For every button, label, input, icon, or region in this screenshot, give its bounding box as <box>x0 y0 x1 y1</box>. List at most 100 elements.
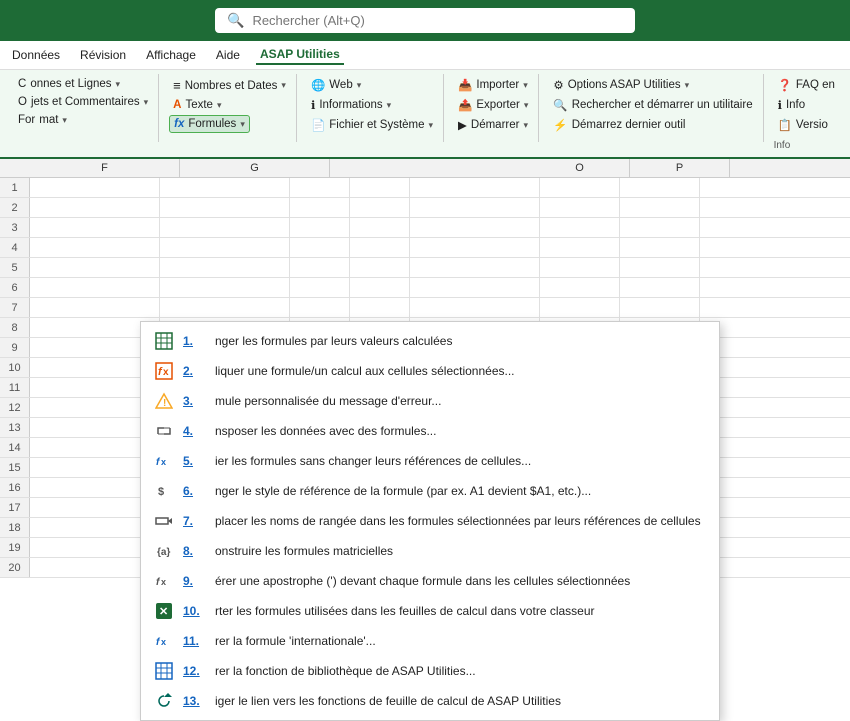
btn-format[interactable]: Format▾ <box>14 112 71 128</box>
dropdown-item[interactable]: ✕10.rter les formules utilisées dans les… <box>141 596 719 626</box>
dropdown-item[interactable]: 4.nsposer les données avec des formules.… <box>141 416 719 446</box>
btn-info[interactable]: ℹ Info <box>774 96 810 114</box>
table-cell[interactable] <box>350 298 410 317</box>
btn-nombres-dates[interactable]: ≡ Nombres et Dates ▾ <box>169 76 290 95</box>
table-cell[interactable] <box>620 278 700 297</box>
table-cell[interactable] <box>350 278 410 297</box>
table-cell[interactable] <box>30 198 160 217</box>
table-cell[interactable] <box>540 178 620 197</box>
table-cell[interactable] <box>540 238 620 257</box>
table-cell[interactable] <box>620 218 700 237</box>
table-cell[interactable] <box>160 198 290 217</box>
table-cell[interactable] <box>160 278 290 297</box>
dropdown-item[interactable]: fx5.ier les formules sans changer leurs … <box>141 446 719 476</box>
table-cell[interactable] <box>350 258 410 277</box>
menu-asap[interactable]: ASAP Utilities <box>256 45 344 65</box>
table-cell[interactable] <box>30 278 160 297</box>
search-input[interactable] <box>252 13 623 28</box>
dropdown-item[interactable]: 13.iger le lien vers les fonctions de fe… <box>141 686 719 716</box>
btn-objets-commentaires[interactable]: Ojets et Commentaires▾ <box>14 94 152 110</box>
menu-aide[interactable]: Aide <box>212 46 244 64</box>
table-cell[interactable] <box>160 258 290 277</box>
table-row[interactable]: 3 <box>0 218 850 238</box>
menu-affichage[interactable]: Affichage <box>142 46 200 64</box>
table-row[interactable]: 5 <box>0 258 850 278</box>
menu-donnees[interactable]: Données <box>8 46 64 64</box>
dropdown-item[interactable]: 1.nger les formules par leurs valeurs ca… <box>141 326 719 356</box>
table-cell[interactable] <box>350 218 410 237</box>
table-cell[interactable] <box>410 278 540 297</box>
table-cell[interactable] <box>350 178 410 197</box>
table-cell[interactable] <box>410 258 540 277</box>
btn-rechercher-utilitaire[interactable]: 🔍 Rechercher et démarrer un utilitaire <box>549 96 756 114</box>
table-cell[interactable] <box>540 258 620 277</box>
dropdown-item[interactable]: fx2.liquer une formule/un calcul aux cel… <box>141 356 719 386</box>
table-cell[interactable] <box>620 178 700 197</box>
btn-importer[interactable]: 📥 Importer ▾ <box>454 76 532 94</box>
dropdown-item[interactable]: $6.nger le style de référence de la form… <box>141 476 719 506</box>
btn-demarrer[interactable]: ▶ Démarrer ▾ <box>454 116 532 134</box>
table-cell[interactable] <box>540 298 620 317</box>
dropdown-item[interactable]: !3.mule personnalisée du message d'erreu… <box>141 386 719 416</box>
table-cell[interactable] <box>620 238 700 257</box>
table-cell[interactable] <box>410 178 540 197</box>
table-cell[interactable] <box>410 298 540 317</box>
table-cell[interactable] <box>350 198 410 217</box>
table-cell[interactable] <box>160 218 290 237</box>
table-row[interactable]: 4 <box>0 238 850 258</box>
table-cell[interactable] <box>290 278 350 297</box>
table-cell[interactable] <box>30 178 160 197</box>
row-number: 12 <box>0 398 30 417</box>
table-row[interactable]: 2 <box>0 198 850 218</box>
table-cell[interactable] <box>540 278 620 297</box>
table-cell[interactable] <box>540 218 620 237</box>
table-cell[interactable] <box>160 298 290 317</box>
btn-web[interactable]: 🌐 Web ▾ <box>307 76 365 94</box>
table-cell[interactable] <box>410 238 540 257</box>
table-cell[interactable] <box>30 298 160 317</box>
dropdown-item[interactable]: fx11.rer la formule 'internationale'... <box>141 626 719 656</box>
table-cell[interactable] <box>290 198 350 217</box>
table-cell[interactable] <box>410 198 540 217</box>
menu-revision[interactable]: Révision <box>76 46 130 64</box>
table-cell[interactable] <box>290 258 350 277</box>
fx-ribbon-icon: fx <box>174 118 184 130</box>
btn-informations[interactable]: ℹ Informations ▾ <box>307 96 395 114</box>
table-cell[interactable] <box>160 238 290 257</box>
item-number: 1. <box>183 334 205 348</box>
btn-options-asap[interactable]: ⚙ Options ASAP Utilities ▾ <box>549 76 693 94</box>
row-number: 5 <box>0 258 30 277</box>
btn-exporter[interactable]: 📤 Exporter ▾ <box>454 96 532 114</box>
btn-version[interactable]: 📋 Versio <box>774 116 832 134</box>
table-cell[interactable] <box>290 238 350 257</box>
table-row[interactable]: 1 <box>0 178 850 198</box>
btn-faq[interactable]: ❓ FAQ en <box>774 76 839 94</box>
item-number: 2. <box>183 364 205 378</box>
btn-texte[interactable]: A Texte ▾ <box>169 97 225 113</box>
dropdown-item[interactable]: 12.rer la fonction de bibliothèque de AS… <box>141 656 719 686</box>
btn-demarrez-dernier[interactable]: ⚡ Démarrez dernier outil <box>549 116 689 134</box>
btn-colonnes-lignes[interactable]: Connes et Lignes▾ <box>14 76 124 92</box>
table-cell[interactable] <box>30 258 160 277</box>
table-cell[interactable] <box>350 238 410 257</box>
version-icon: 📋 <box>778 118 792 132</box>
btn-fichier-systeme[interactable]: 📄 Fichier et Système ▾ <box>307 116 437 134</box>
table-cell[interactable] <box>290 178 350 197</box>
table-cell[interactable] <box>30 238 160 257</box>
table-cell[interactable] <box>620 198 700 217</box>
table-cell[interactable] <box>540 198 620 217</box>
table-cell[interactable] <box>620 258 700 277</box>
table-cell[interactable] <box>410 218 540 237</box>
dropdown-item[interactable]: {a}8.onstruire les formules matricielles <box>141 536 719 566</box>
table-cell[interactable] <box>160 178 290 197</box>
table-row[interactable]: 6 <box>0 278 850 298</box>
table-cell[interactable] <box>290 298 350 317</box>
table-cell[interactable] <box>620 298 700 317</box>
dropdown-item[interactable]: 7.placer les noms de rangée dans les for… <box>141 506 719 536</box>
btn-formules[interactable]: fx Formules ▾ <box>169 115 250 133</box>
dropdown-item[interactable]: fx9.érer une apostrophe (') devant chaqu… <box>141 566 719 596</box>
table-cell[interactable] <box>290 218 350 237</box>
search-bar[interactable]: 🔍 <box>215 8 635 33</box>
table-row[interactable]: 7 <box>0 298 850 318</box>
table-cell[interactable] <box>30 218 160 237</box>
